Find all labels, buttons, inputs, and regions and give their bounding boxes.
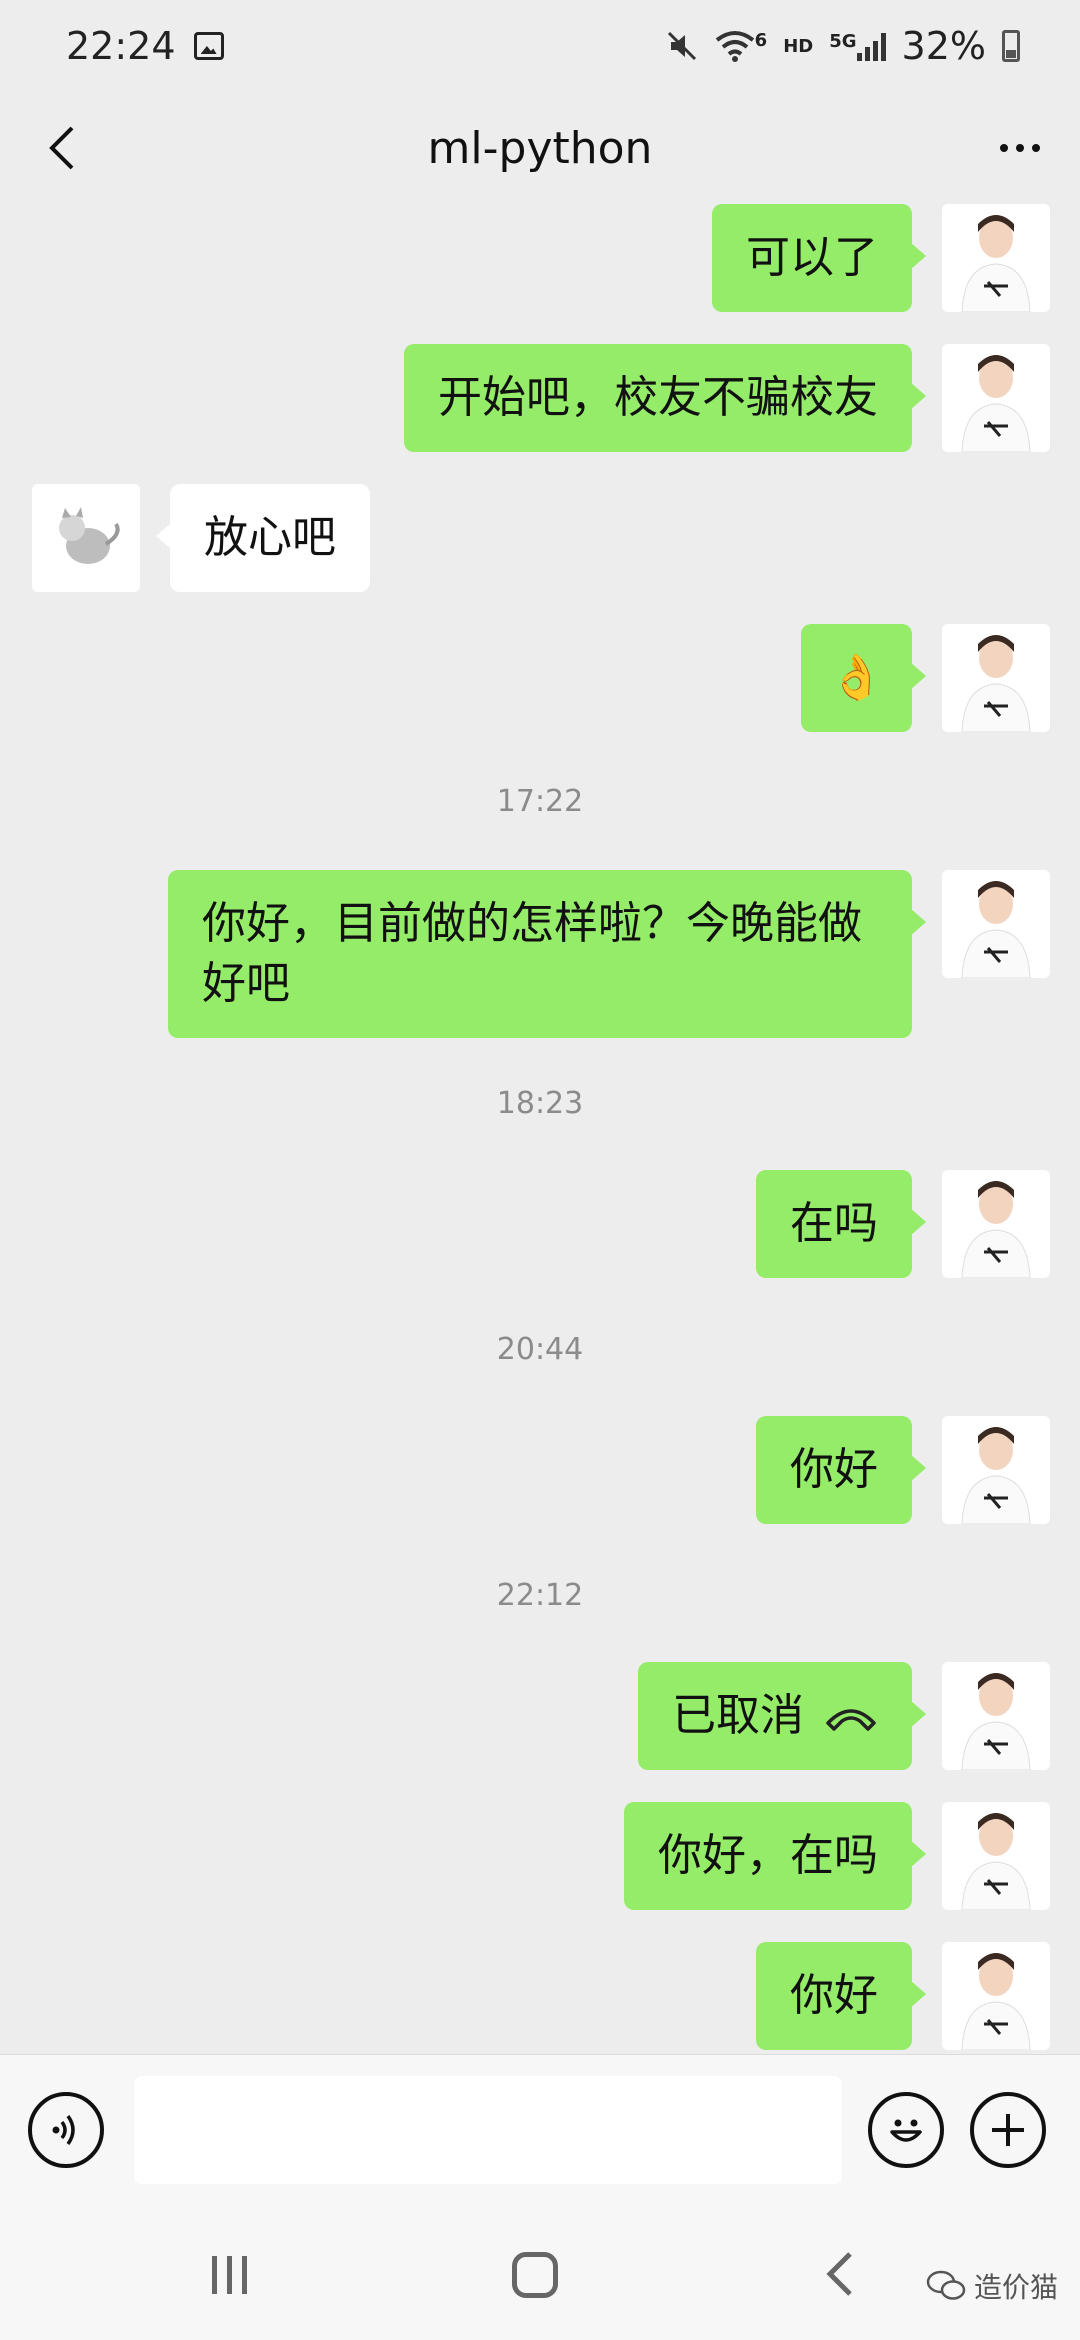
message-bubble[interactable]: 你好: [756, 1416, 926, 1524]
message-self: 开始吧，校友不骗校友: [404, 344, 1050, 452]
self-avatar[interactable]: [942, 204, 1050, 312]
self-avatar[interactable]: [942, 1170, 1050, 1278]
message-input[interactable]: [134, 2075, 842, 2184]
watermark: 造价猫: [926, 2266, 1058, 2306]
battery-percent: 32%: [901, 24, 986, 68]
message-self: 已取消: [638, 1662, 1050, 1770]
emoji-bubble[interactable]: 👌: [801, 624, 926, 732]
recent-apps-button[interactable]: [212, 2256, 247, 2294]
message-other: 放心吧: [32, 484, 370, 592]
signal-icon: [856, 31, 886, 61]
timestamp: 22:12: [496, 1578, 584, 1613]
call-cancelled-bubble[interactable]: 已取消: [638, 1662, 926, 1770]
voice-icon: [52, 2114, 75, 2145]
phone-hangup-icon: [826, 1709, 876, 1731]
chat-messages[interactable]: 可以了 开始吧，校友不骗校友 放心吧 👌 17:22 你好，目前做的怎样啦？今晚…: [0, 204, 1080, 2054]
message-bubble[interactable]: 在吗: [756, 1170, 926, 1278]
hd-label: HD: [783, 35, 814, 57]
self-avatar[interactable]: [942, 624, 1050, 732]
recent-apps-icon: [212, 2256, 217, 2294]
message-bubble[interactable]: 你好，在吗: [624, 1802, 926, 1910]
self-avatar[interactable]: [942, 1662, 1050, 1770]
watermark-text: 造价猫: [973, 2271, 1058, 2304]
message-self: 你好: [756, 1942, 1050, 2050]
self-avatar[interactable]: [942, 870, 1050, 978]
status-icons: 6 HD 5G 32%: [665, 24, 1020, 68]
message-bubble[interactable]: 开始吧，校友不骗校友: [404, 344, 926, 452]
call-status-text: 已取消: [672, 1690, 804, 1741]
status-time: 22:24: [66, 24, 176, 68]
timestamp: 20:44: [496, 1332, 584, 1367]
message-bubble[interactable]: 放心吧: [156, 484, 370, 592]
message-self: 可以了: [712, 204, 1050, 312]
self-avatar[interactable]: [942, 344, 1050, 452]
message-self: 👌: [801, 624, 1050, 732]
home-button[interactable]: [512, 2252, 558, 2298]
nav-back-button[interactable]: [820, 2250, 860, 2298]
contact-avatar[interactable]: [32, 484, 140, 592]
wifi-tag: 6: [754, 30, 768, 51]
timestamp: 17:22: [496, 784, 584, 819]
system-nav-bar: 造价猫: [0, 2204, 1080, 2340]
emoji-button[interactable]: [868, 2091, 944, 2168]
status-bar: 22:24 6 HD 5G 32%: [0, 0, 1080, 92]
plus-button[interactable]: [970, 2091, 1046, 2168]
self-avatar[interactable]: [942, 1942, 1050, 2050]
input-bar: [0, 2054, 1080, 2204]
message-self: 你好，目前做的怎样啦？今晚能做好吧: [168, 870, 1050, 1038]
network-label: 5G: [829, 31, 857, 52]
chat-title: ml-python: [427, 122, 653, 174]
chevron-left-icon: [49, 126, 74, 170]
emoji-icon: [890, 2119, 922, 2142]
plus-icon: [992, 2113, 1024, 2146]
battery-icon: [1002, 30, 1020, 62]
wechat-logo-icon: [926, 2270, 966, 2300]
timestamp: 18:23: [496, 1086, 584, 1121]
more-button[interactable]: [988, 116, 1052, 180]
message-bubble[interactable]: 你好，目前做的怎样啦？今晚能做好吧: [168, 870, 926, 1038]
chat-header: ml-python: [0, 92, 1080, 204]
message-bubble[interactable]: 你好: [756, 1942, 926, 2050]
back-button[interactable]: [30, 116, 94, 180]
message-self: 在吗: [756, 1170, 1050, 1278]
message-self: 你好: [756, 1416, 1050, 1524]
voice-button[interactable]: [28, 2091, 104, 2168]
self-avatar[interactable]: [942, 1802, 1050, 1910]
self-avatar[interactable]: [942, 1416, 1050, 1524]
message-self: 你好，在吗: [624, 1802, 1050, 1910]
message-bubble[interactable]: 可以了: [712, 204, 926, 312]
mute-icon: [667, 31, 696, 61]
image-notification-icon: [193, 32, 224, 60]
more-dots-icon: [1000, 144, 1008, 152]
wifi-icon: [715, 31, 754, 62]
